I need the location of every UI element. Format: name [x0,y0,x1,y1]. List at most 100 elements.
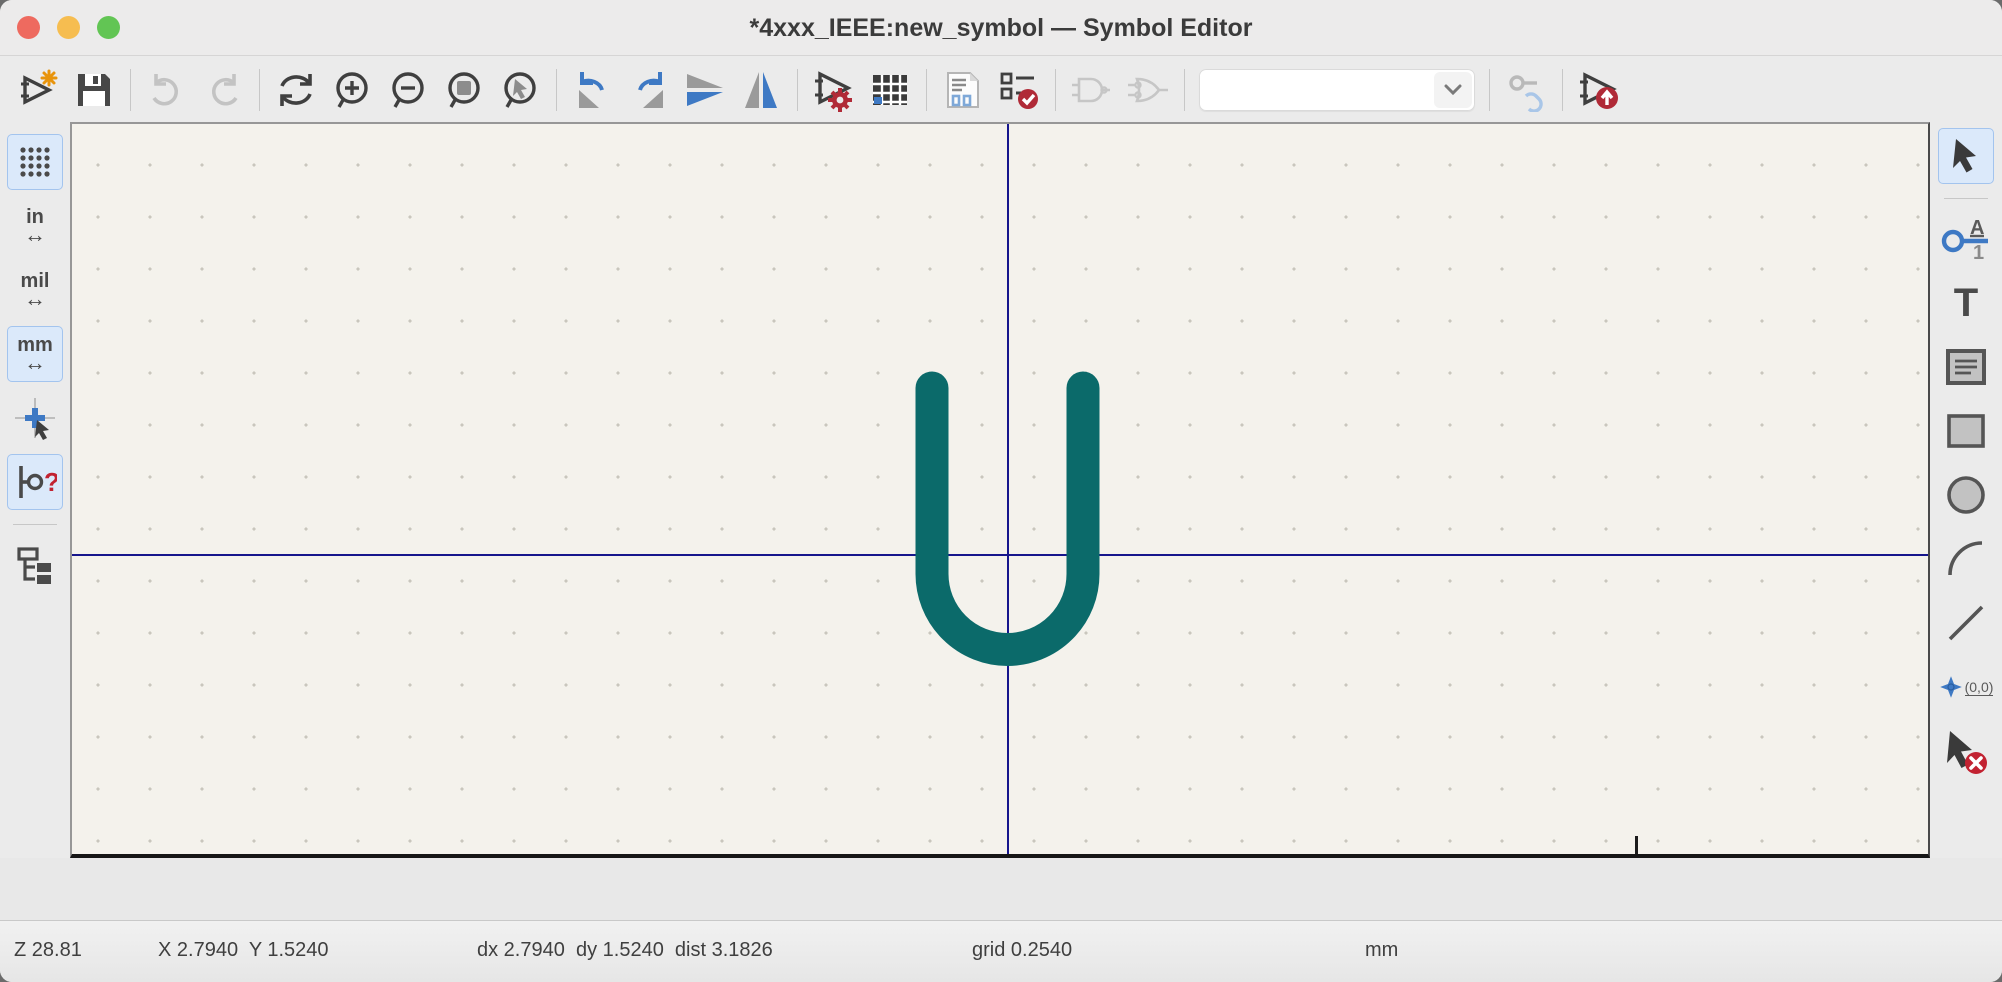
toolbar-separator [259,69,260,111]
update-library-symbol-icon [1576,67,1622,113]
pin-sync-icon [1504,68,1548,112]
window-title: *4xxx_IEEE:new_symbol — Symbol Editor [0,0,2002,56]
save-button[interactable] [66,62,122,118]
double-arrow-icon: ↔ [24,354,46,372]
svg-text:?: ? [44,467,57,497]
toolbar-separator [797,69,798,111]
toolbar-separator [130,69,131,111]
demorgan-standard-icon [1069,69,1115,111]
pin-electrical-type-toggle[interactable]: ? [7,454,63,510]
mirror-vertical-icon [683,68,727,112]
circle-icon [1944,473,1988,517]
line-tool-button[interactable] [1938,595,1994,651]
textbox-tool-button[interactable] [1938,339,1994,395]
double-arrow-icon: ↔ [24,290,46,308]
arc-icon [1944,537,1988,581]
work-area: in ↔ mil ↔ mm ↔ [0,122,2002,858]
library-tree-toggle[interactable] [7,537,63,593]
status-grid-size: grid 0.2540 [972,939,1072,962]
delete-tool-button[interactable] [1938,723,1994,779]
grid-dots-icon [15,142,55,182]
rotate-ccw-button[interactable] [565,62,621,118]
save-icon [74,70,114,110]
rotate-ccw-icon [571,68,615,112]
status-cursor-position: X 2.7940 Y 1.5240 [158,939,329,962]
zoom-in-icon [331,69,373,111]
symbol-checker-button[interactable] [991,62,1047,118]
toolbar-separator [1184,69,1185,111]
rectangle-icon [1944,411,1988,451]
mirror-vertical-button[interactable] [677,62,733,118]
line-icon [1944,601,1988,645]
symbol-checker-icon [997,68,1041,112]
anchor-tool-button[interactable]: (0,0) [1938,659,1994,715]
status-zoom: Z 28.81 [14,939,82,962]
status-units: mm [1365,939,1398,962]
symbol-properties-button[interactable] [806,62,862,118]
select-tool-button[interactable] [1938,128,1994,184]
title-bar: *4xxx_IEEE:new_symbol — Symbol Editor [0,0,2002,56]
zoom-selection-icon [499,69,541,111]
zoom-in-button[interactable] [324,62,380,118]
datasheet-icon [942,69,984,111]
textbox-icon [1944,347,1988,387]
delete-cursor-icon [1942,727,1990,775]
pin-table-button[interactable] [862,62,918,118]
grid-toggle-button[interactable] [7,134,63,190]
anchor-star-icon [1939,675,1963,699]
new-symbol-button[interactable] [10,62,66,118]
svg-text:1: 1 [1973,242,1984,263]
right-tools-panel: A 1 T [1930,122,2002,858]
redo-icon [202,69,244,111]
symbol-editor-window: *4xxx_IEEE:new_symbol — Symbol Editor [0,0,2002,982]
demorgan-alternate-icon [1125,69,1171,111]
undo-button[interactable] [139,62,195,118]
symbol-properties-icon [812,68,856,112]
demorgan-standard-button[interactable] [1064,62,1120,118]
refresh-icon [275,69,317,111]
cursor-arrow-icon [1946,136,1986,176]
mirror-horizontal-icon [739,68,783,112]
text-tool-button[interactable]: T [1938,275,1994,331]
toolbar-separator [926,69,927,111]
unit-select-dropdown[interactable] [1199,69,1475,111]
rectangle-tool-button[interactable] [1938,403,1994,459]
update-library-symbol-button[interactable] [1571,62,1627,118]
anchor-origin-label: (0,0) [1965,679,1994,696]
toolbar-separator [1562,69,1563,111]
rotate-cw-button[interactable] [621,62,677,118]
status-bar: Z 28.81 X 2.7940 Y 1.5240 dx 2.7940 dy 1… [0,920,2002,982]
redo-button[interactable] [195,62,251,118]
pin-table-icon [869,69,911,111]
zoom-fit-icon [443,69,485,111]
zoom-out-button[interactable] [380,62,436,118]
units-mils-button[interactable]: mil ↔ [7,262,63,318]
main-toolbar [0,57,2002,122]
rotate-cw-icon [627,68,671,112]
zoom-selection-button[interactable] [492,62,548,118]
u-shape-path[interactable] [932,388,1083,650]
pin-sync-toggle-button[interactable] [1498,62,1554,118]
units-inches-button[interactable]: in ↔ [7,198,63,254]
toolbar-separator [556,69,557,111]
pin-question-icon: ? [13,460,57,504]
cursor-shape-button[interactable] [7,390,63,446]
add-pin-icon: A 1 [1940,215,1992,263]
tree-hierarchy-icon [13,543,57,587]
circle-tool-button[interactable] [1938,467,1994,523]
undo-icon [146,69,188,111]
demorgan-alternate-button[interactable] [1120,62,1176,118]
left-options-panel: in ↔ mil ↔ mm ↔ [0,122,70,858]
crosshair-cursor-icon [13,396,57,440]
mirror-horizontal-button[interactable] [733,62,789,118]
zoom-fit-button[interactable] [436,62,492,118]
double-arrow-icon: ↔ [24,226,46,244]
drawing-canvas[interactable] [70,122,1930,858]
refresh-view-button[interactable] [268,62,324,118]
datasheet-button[interactable] [935,62,991,118]
units-mm-button[interactable]: mm ↔ [7,326,63,382]
pin-tool-button[interactable]: A 1 [1938,211,1994,267]
arc-tool-button[interactable] [1938,531,1994,587]
symbol-graphic[interactable] [72,124,1930,858]
toolbar-separator [1489,69,1490,111]
